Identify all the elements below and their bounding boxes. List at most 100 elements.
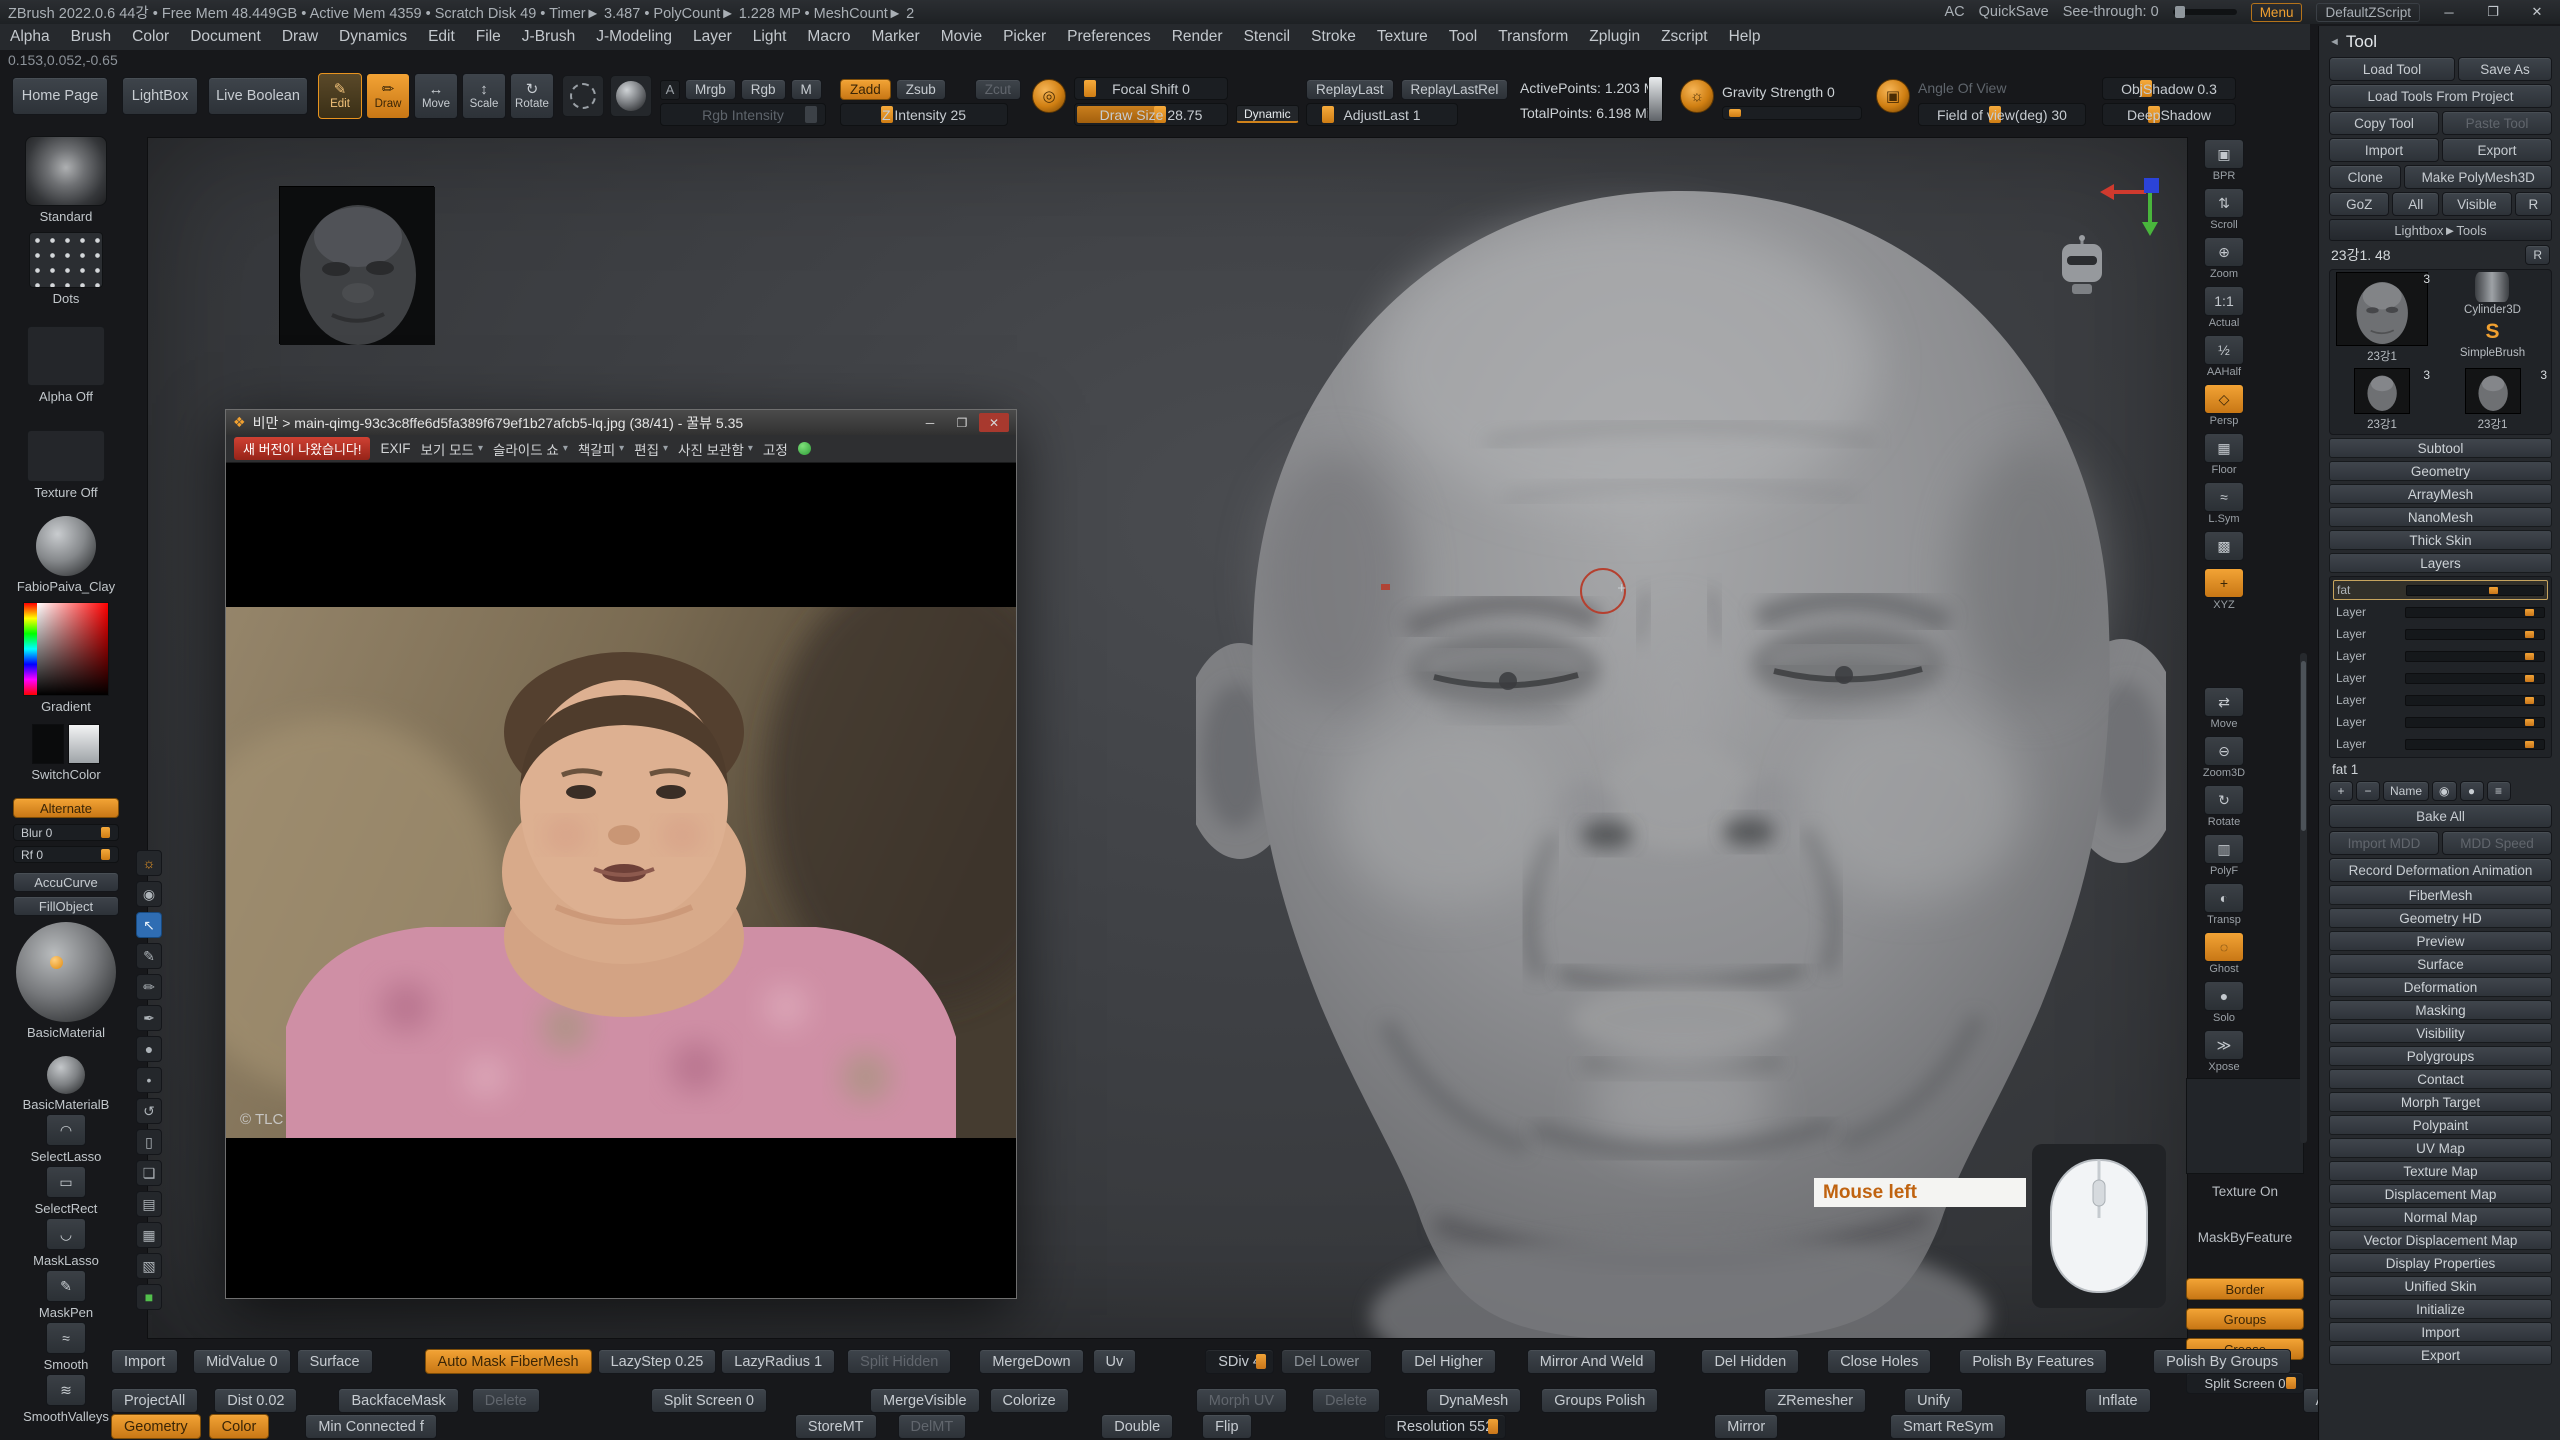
tool-section-header[interactable]: Polypaint <box>2329 1115 2552 1135</box>
exif-button[interactable]: EXIF <box>380 441 410 456</box>
mask-by-feature-label[interactable]: MaskByFeature <box>2186 1230 2304 1245</box>
make-polymesh3d-button[interactable]: Make PolyMesh3D <box>2404 165 2552 189</box>
secondary-color-swatch[interactable] <box>68 724 100 764</box>
lightbox-button[interactable]: LightBox <box>122 77 198 115</box>
bottom-button[interactable]: Unify <box>1904 1388 1963 1413</box>
save-as-button[interactable]: Save As <box>2458 57 2552 81</box>
tool-section-header[interactable]: UV Map <box>2329 1138 2552 1158</box>
menu-item[interactable]: Zplugin <box>1589 28 1640 46</box>
tool-section-header[interactable]: Vector Displacement Map <box>2329 1230 2552 1250</box>
menu-item[interactable]: Movie <box>941 28 982 46</box>
viewer-menu-item[interactable]: 사진 보관함▾ <box>678 439 753 459</box>
viewer-close-button[interactable]: ✕ <box>979 413 1009 432</box>
tool-r-button[interactable]: R <box>2525 245 2550 265</box>
select-lasso[interactable]: ◠SelectLasso <box>0 1114 132 1164</box>
accucurve-button[interactable]: AccuCurve <box>13 872 119 892</box>
menu-item[interactable]: Macro <box>807 28 850 46</box>
current-tool-thumbnail[interactable]: 3 23강1 <box>2332 272 2432 364</box>
layer-row[interactable]: Layer <box>2333 734 2548 754</box>
layer-row[interactable]: Layer <box>2333 712 2548 732</box>
cylinder3d-thumbnail[interactable]: Cylinder3D <box>2464 272 2521 316</box>
menu-item[interactable]: Draw <box>282 28 318 46</box>
menu-item[interactable]: Picker <box>1003 28 1046 46</box>
menu-item[interactable]: Light <box>753 28 787 46</box>
tool-section-header[interactable]: Morph Target <box>2329 1092 2552 1112</box>
layer-knob[interactable] <box>2525 719 2534 726</box>
bottom-button[interactable]: Split Screen 0 <box>651 1388 767 1413</box>
menu-item[interactable]: File <box>476 28 501 46</box>
bottom-button[interactable]: Inflate <box>2085 1388 2151 1413</box>
record-deformation-button[interactable]: Record Deformation Animation <box>2329 858 2552 882</box>
blur-slider[interactable]: Blur 0 <box>13 824 119 841</box>
bottom-button[interactable]: Mirror And Weld <box>1527 1349 1657 1374</box>
tool-section-header[interactable]: Import <box>2329 1322 2552 1342</box>
bottom-button[interactable]: SDiv 4 <box>1205 1349 1274 1374</box>
color-picker[interactable]: Gradient <box>0 602 132 714</box>
layer-row[interactable]: Layer <box>2333 690 2548 710</box>
menu-item[interactable]: Preferences <box>1067 28 1151 46</box>
tool-section-header[interactable]: Display Properties <box>2329 1253 2552 1273</box>
layer-knob[interactable] <box>2525 631 2534 638</box>
menu-item[interactable]: Document <box>190 28 261 46</box>
layer-row[interactable]: Layer <box>2333 624 2548 644</box>
layer-tool-button[interactable]: ● <box>2460 781 2484 801</box>
image-viewer-window[interactable]: ❖ 비만 > main-qimg-93c3c8ffe6d5fa389f679ef… <box>225 409 1017 1299</box>
bottom-button[interactable]: DynaMesh <box>1426 1388 1521 1413</box>
bottom-button[interactable]: Surface <box>297 1349 373 1374</box>
bottom-button[interactable]: Close Holes <box>1827 1349 1931 1374</box>
layer-knob[interactable] <box>2489 587 2498 594</box>
tool-section-header[interactable]: FiberMesh <box>2329 885 2552 905</box>
canvas-scrollbar[interactable] <box>2300 653 2307 1143</box>
paste-tool-button[interactable]: Paste Tool <box>2442 111 2552 135</box>
layer-intensity-slider[interactable] <box>2405 629 2545 640</box>
zsub-button[interactable]: Zsub <box>896 79 946 100</box>
bottom-button[interactable]: Color <box>209 1414 270 1439</box>
layer-knob[interactable] <box>2525 741 2534 748</box>
layer-tool-button[interactable]: ≡ <box>2487 781 2511 801</box>
fov-slider[interactable]: Field of view(deg) 30 <box>1918 103 2086 126</box>
import-mdd-button[interactable]: Import MDD <box>2329 831 2439 855</box>
bake-all-button[interactable]: Bake All <box>2329 804 2552 828</box>
layer-tool-button[interactable]: + <box>2329 781 2353 801</box>
layer-knob[interactable] <box>2525 609 2534 616</box>
quickbar-icon[interactable]: ❏ <box>136 1160 162 1186</box>
layer-row[interactable]: Layer <box>2333 668 2548 688</box>
bottom-button[interactable]: Smart ReSym <box>1890 1414 2006 1439</box>
gradient-picker[interactable] <box>23 602 109 696</box>
bottom-button[interactable]: Delete <box>1312 1388 1380 1413</box>
layer-knob[interactable] <box>2525 697 2534 704</box>
tool-section-header[interactable]: NanoMesh <box>2329 507 2552 527</box>
tool-section-header[interactable]: Preview <box>2329 931 2552 951</box>
bottom-button[interactable]: Dist 0.02 <box>214 1388 297 1413</box>
bottom-button[interactable]: Morph UV <box>1196 1388 1287 1413</box>
viewer-minimize-button[interactable]: ─ <box>915 413 945 432</box>
layer-intensity-slider[interactable] <box>2405 739 2545 750</box>
mask-lasso[interactable]: ◡MaskLasso <box>0 1218 132 1268</box>
layer-intensity-slider[interactable] <box>2405 607 2545 618</box>
bottom-button[interactable]: DelMT <box>898 1414 967 1439</box>
rgb-button[interactable]: Rgb <box>741 79 786 100</box>
bottom-button[interactable]: ZRemesher <box>1764 1388 1866 1413</box>
draw-size-slider[interactable]: Draw Size 28.75 <box>1074 103 1228 126</box>
viewer-menu-item[interactable]: 편집▾ <box>634 439 668 459</box>
tool-section-header[interactable]: Visibility <box>2329 1023 2552 1043</box>
menu-item[interactable]: J-Modeling <box>596 28 672 46</box>
tool-thumbnail[interactable]: 3 23강1 <box>2332 368 2432 432</box>
points-vslider[interactable] <box>1648 76 1663 122</box>
texture-off-picker[interactable]: Texture Off <box>0 430 132 500</box>
menu-item[interactable]: Layer <box>693 28 732 46</box>
camera-orientation-icon[interactable] <box>2056 234 2108 300</box>
m-button[interactable]: M <box>791 79 822 100</box>
slider-knob[interactable] <box>1084 80 1096 97</box>
replay-last-button[interactable]: ReplayLast <box>1306 79 1394 100</box>
close-button[interactable]: ✕ <box>2522 4 2552 20</box>
bottom-button[interactable]: MergeVisible <box>870 1388 980 1413</box>
rgb-intensity-slider[interactable]: Rgb Intensity <box>660 103 826 126</box>
gravity-slider[interactable] <box>1722 106 1862 120</box>
layer-intensity-slider[interactable] <box>2405 673 2545 684</box>
layer-row[interactable]: fat <box>2333 580 2548 600</box>
goz-r-button[interactable]: R <box>2515 192 2552 216</box>
bottom-button[interactable]: LazyRadius 1 <box>721 1349 835 1374</box>
bottom-button[interactable]: Split Hidden <box>847 1349 951 1374</box>
quickbar-icon[interactable]: ▤ <box>136 1191 162 1217</box>
